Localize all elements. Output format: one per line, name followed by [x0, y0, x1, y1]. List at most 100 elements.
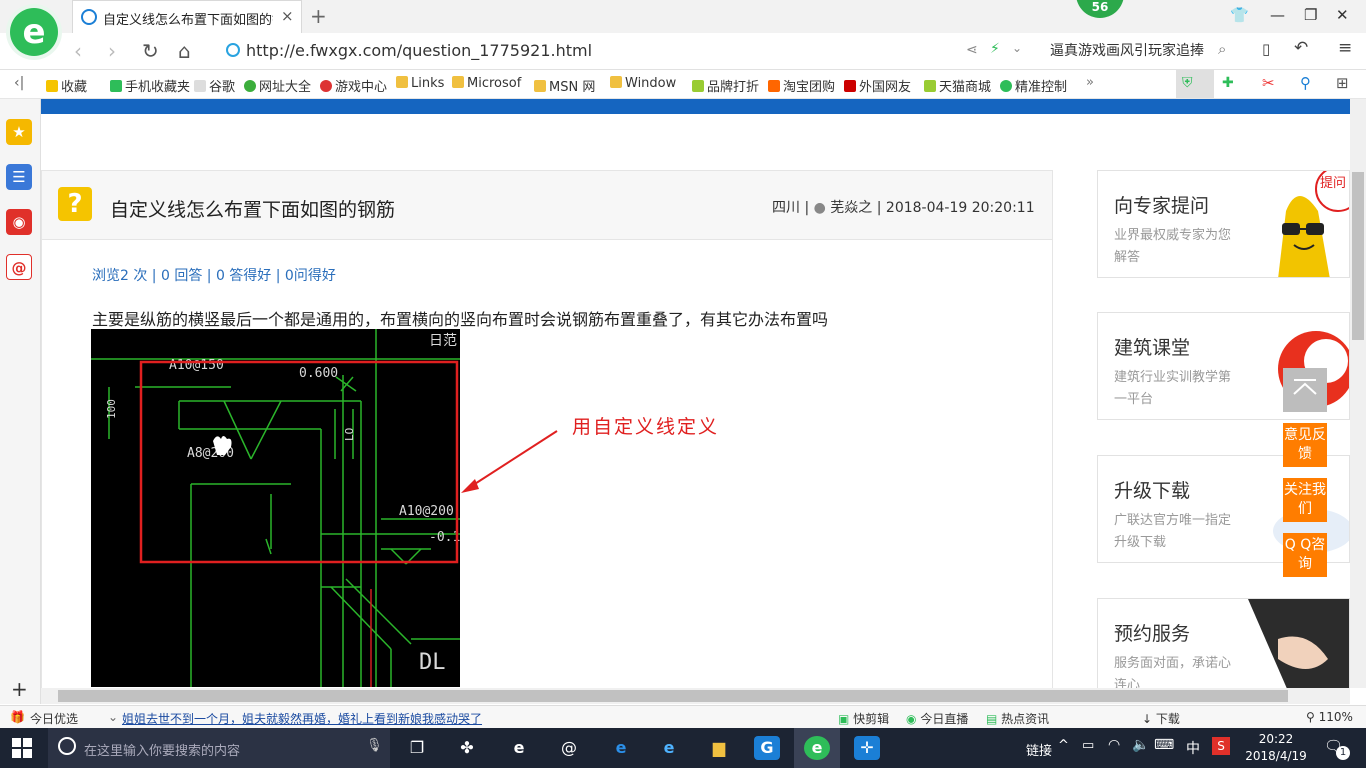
bookmark-games[interactable]: 游戏中心	[320, 76, 387, 95]
battery-icon[interactable]: ▭	[1082, 738, 1094, 753]
search-suggestion[interactable]: 逼真游戏画风引玩家追捧	[1050, 40, 1204, 60]
back-to-top-button[interactable]	[1283, 368, 1327, 412]
follow-us-button[interactable]: 关注我们	[1283, 478, 1327, 522]
bookmark-links[interactable]: Links	[396, 76, 444, 91]
status-zoom[interactable]: ⚲ 110%	[1306, 710, 1353, 724]
bookmark-hao[interactable]: 网址大全	[244, 76, 311, 95]
bookmark-favorites[interactable]: 收藏	[46, 76, 87, 95]
browser-logo[interactable]: e	[10, 8, 58, 56]
menu-icon[interactable]: ≡	[1338, 38, 1352, 58]
status-today[interactable]: 今日优选	[30, 710, 78, 727]
windows-start-icon[interactable]	[12, 738, 32, 758]
edge-icon[interactable]: e	[608, 736, 634, 760]
tray-link[interactable]: 链接	[1026, 740, 1052, 759]
card-subtitle: 业界最权威专家为您解答	[1114, 228, 1232, 265]
list-icon[interactable]: ☰	[6, 164, 32, 190]
undo-icon[interactable]: ↶	[1294, 38, 1308, 58]
bookmark-microsoft[interactable]: Microsof	[452, 76, 521, 91]
teamviewer-icon[interactable]: ✛	[854, 736, 880, 760]
minimize-icon[interactable]: —	[1270, 6, 1285, 24]
ie-icon[interactable]: e	[656, 736, 682, 760]
sogou-icon[interactable]: S	[1212, 737, 1230, 755]
card-subtitle: 服务面对面，承诺心连心	[1114, 656, 1232, 690]
horizontal-scroll-thumb[interactable]	[58, 690, 1288, 702]
more-bookmarks-icon[interactable]: »	[1086, 75, 1094, 90]
status-live[interactable]: ◉ 今日直播	[906, 710, 968, 727]
status-hotnews[interactable]: ▤ 热点资讯	[986, 710, 1049, 727]
bookmark-msn[interactable]: MSN 网	[534, 76, 595, 95]
back-icon[interactable]: ‹	[74, 39, 82, 63]
pinwheel-app-icon[interactable]: ✤	[454, 736, 480, 760]
bookmark-foreign[interactable]: 外国网友	[844, 76, 911, 95]
promo-bubble[interactable]: 点击提问	[1320, 171, 1349, 193]
weibo-icon[interactable]: ◉	[6, 209, 32, 235]
question-author[interactable]: 芜焱之	[830, 200, 872, 216]
question-mark-icon: ?	[58, 187, 92, 221]
star-icon[interactable]: ★	[6, 119, 32, 145]
apps-grid-icon[interactable]: ⊞	[1336, 74, 1349, 92]
task-view-icon[interactable]: ❐	[404, 736, 430, 760]
taskbar-search[interactable]: 在这里输入你要搜索的内容 🎙	[48, 728, 390, 768]
keyboard-icon[interactable]: ⌨	[1154, 737, 1174, 753]
bookmark-tmall[interactable]: 天猫商城	[924, 76, 991, 95]
qq-consult-button[interactable]: Q Q咨询	[1283, 533, 1327, 577]
edge-like-icon[interactable]: e	[506, 736, 532, 760]
translate-icon[interactable]: ✚	[1222, 75, 1234, 91]
feedback-button[interactable]: 意见反馈	[1283, 423, 1327, 467]
clock[interactable]: 20:22 2018/4/19	[1244, 731, 1308, 765]
new-tab-button[interactable]: +	[310, 4, 327, 28]
vertical-scroll-thumb[interactable]	[1352, 172, 1364, 340]
file-explorer-icon[interactable]: ▆	[706, 736, 732, 760]
tab-active[interactable]: 自定义线怎么布置下面如图的钢筋 ×	[72, 0, 302, 33]
wifi-icon[interactable]: ◠	[1108, 737, 1120, 753]
chevron-down-icon[interactable]: ⌄	[1012, 41, 1022, 55]
collapse-sidebar-icon[interactable]: ‹|	[14, 75, 24, 91]
volume-icon[interactable]: 🔈	[1132, 737, 1149, 753]
taskbar-search-placeholder: 在这里输入你要搜索的内容	[84, 744, 241, 759]
home-icon[interactable]: ⌂	[178, 39, 191, 63]
question-meta: 四川 | ● 芜焱之 | 2018-04-19 20:20:11	[772, 200, 1035, 216]
bookmark-control[interactable]: 精准控制	[1000, 76, 1067, 95]
cortana-icon	[58, 737, 76, 755]
email-icon[interactable]: @	[6, 254, 32, 280]
cad-label-0600: 0.600	[299, 366, 338, 381]
360-browser-icon[interactable]: e	[804, 736, 830, 760]
url-field[interactable]: http://e.fwxgx.com/question_1775921.html	[218, 37, 1038, 65]
lightning-icon[interactable]: ⚡	[990, 41, 1000, 57]
bookmark-taobao[interactable]: 淘宝团购	[768, 76, 835, 95]
bookmark-google[interactable]: 谷歌	[194, 76, 235, 95]
shield-icon[interactable]: ⛨	[1182, 75, 1193, 91]
card-ask-expert[interactable]: 向专家提问 业界最权威专家为您解答 点击提问	[1097, 170, 1350, 278]
status-quickcut[interactable]: ▣ 快剪辑	[838, 710, 889, 727]
notification-badge[interactable]: 56	[1076, 0, 1124, 18]
tray-chevron-up-icon[interactable]: ^	[1058, 738, 1069, 753]
skin-icon[interactable]: 👕	[1230, 6, 1249, 24]
spiral-app-icon[interactable]: @	[556, 736, 582, 760]
bookmark-mobile[interactable]: 手机收藏夹	[110, 76, 190, 95]
ime-indicator[interactable]: 中	[1186, 738, 1200, 758]
refresh-icon[interactable]: ↻	[142, 39, 159, 63]
status-news-link[interactable]: 姐姐去世不到一个月，姐夫就毅然再婚，婚礼上看到新娘我感动哭了	[122, 710, 482, 727]
bookmark-windows[interactable]: Window	[610, 76, 676, 91]
mobile-icon[interactable]: ▯	[1262, 40, 1270, 58]
scissors-icon[interactable]: ✂	[1262, 74, 1275, 92]
annotation-arrow	[461, 430, 558, 493]
ie-icon	[81, 9, 97, 25]
close-tab-icon[interactable]: ×	[281, 7, 294, 25]
share-icon[interactable]: ⋖	[966, 42, 978, 58]
status-download[interactable]: ↓ 下载	[1142, 710, 1180, 727]
glodon-app-icon[interactable]: G	[754, 736, 780, 760]
card-appointment[interactable]: 预约服务 服务面对面，承诺心连心	[1097, 598, 1350, 690]
status-bar: 🎁 今日优选 ⌄ 姐姐去世不到一个月，姐夫就毅然再婚，婚礼上看到新娘我感动哭了 …	[0, 705, 1366, 729]
question-stats[interactable]: 浏览2 次 | 0 回答 | 0 答得好 | 0问得好	[92, 265, 336, 285]
cad-label-dl: DL	[419, 650, 446, 675]
microphone-icon[interactable]: 🎙	[366, 738, 383, 753]
zoom-icon[interactable]: ⚲	[1300, 74, 1311, 92]
forward-icon[interactable]: ›	[108, 39, 116, 63]
close-window-icon[interactable]: ✕	[1336, 6, 1349, 24]
add-icon[interactable]: +	[11, 677, 28, 701]
card-title: 向专家提问	[1114, 195, 1210, 217]
restore-icon[interactable]: ❐	[1304, 6, 1317, 24]
search-icon[interactable]: ⌕	[1218, 40, 1226, 58]
bookmark-brands[interactable]: 品牌打折	[692, 76, 759, 95]
